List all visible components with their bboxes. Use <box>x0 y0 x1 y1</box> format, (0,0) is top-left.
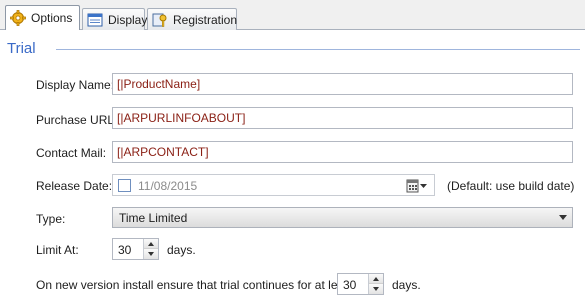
new-version-label: On new version install ensure that trial… <box>36 278 354 292</box>
contact-mail-label: Contact Mail: <box>36 146 107 160</box>
release-date-default-note: (Default: use build date) <box>447 179 575 193</box>
tab-options[interactable]: Options <box>5 5 80 30</box>
type-select[interactable]: Time Limited <box>112 207 573 228</box>
tab-display[interactable]: Display <box>82 8 148 30</box>
limit-at-stepper-buttons <box>143 239 158 259</box>
new-version-stepper-buttons <box>368 274 383 294</box>
type-select-value: Time Limited <box>119 211 188 225</box>
purchase-url-label: Purchase URL: <box>36 113 118 127</box>
new-version-value: 30 <box>343 278 357 292</box>
spin-down-icon[interactable] <box>369 284 383 294</box>
tab-strip: Options Display Registration <box>0 0 585 30</box>
tab-display-label: Display <box>108 12 148 27</box>
display-name-input[interactable]: [|ProductName] <box>112 73 573 95</box>
spin-up-icon[interactable] <box>144 239 158 249</box>
chevron-down-icon <box>559 215 567 220</box>
section-divider <box>56 49 580 50</box>
purchase-url-input[interactable]: [|ARPURLINFOABOUT] <box>112 107 573 129</box>
tab-options-label: Options <box>31 11 73 25</box>
release-date-label: Release Date: <box>36 179 113 193</box>
spin-down-icon[interactable] <box>144 249 158 259</box>
display-name-label: Display Name: <box>36 78 115 92</box>
display-window-icon <box>87 12 103 28</box>
section-title: Trial <box>7 40 36 57</box>
tab-registration-label: Registration <box>173 12 238 27</box>
type-label: Type: <box>36 212 66 226</box>
spin-up-icon[interactable] <box>369 274 383 284</box>
limit-at-stepper[interactable]: 30 <box>112 238 159 260</box>
release-date-value: 11/08/2015 <box>138 179 198 193</box>
registration-key-icon <box>152 12 168 28</box>
options-panel: Trial Display Name: [|ProductName] Purch… <box>0 30 585 308</box>
release-date-checkbox[interactable] <box>118 179 131 192</box>
tab-registration[interactable]: Registration <box>147 8 237 30</box>
limit-at-value: 30 <box>118 243 132 257</box>
new-version-stepper[interactable]: 30 <box>337 273 384 295</box>
new-version-suffix: days. <box>392 278 421 292</box>
calendar-dropdown-icon[interactable] <box>406 179 428 193</box>
limit-at-label: Limit At: <box>36 243 79 257</box>
contact-mail-input[interactable]: [|ARPCONTACT] <box>112 141 573 163</box>
gear-icon <box>10 10 26 26</box>
limit-at-suffix: days. <box>167 243 196 257</box>
release-date-picker[interactable]: 11/08/2015 <box>112 174 435 196</box>
